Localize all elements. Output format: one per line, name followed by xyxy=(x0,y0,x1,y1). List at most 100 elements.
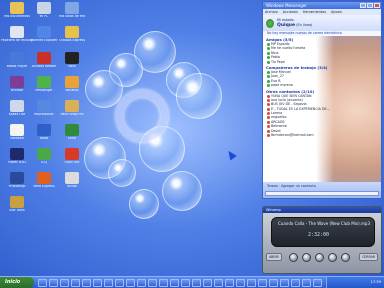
browser-icon xyxy=(37,26,51,38)
quicklaunch-icon[interactable] xyxy=(126,279,135,287)
play-button[interactable] xyxy=(302,253,311,262)
messenger-icon xyxy=(37,76,51,88)
desktop-icon[interactable]: Mis sitios de red xyxy=(56,2,88,19)
desktop-icon[interactable]: Nero xyxy=(56,52,88,69)
quicklaunch-icon[interactable] xyxy=(313,279,322,287)
desktop-icon[interactable]: Winamp xyxy=(56,76,88,93)
download-icon xyxy=(10,100,24,112)
quicklaunch-icon[interactable] xyxy=(192,279,201,287)
tasks-label: Tareas xyxy=(267,184,278,188)
stop-button[interactable] xyxy=(328,253,337,262)
wallpaper-bubble xyxy=(129,189,159,219)
user-name: Quique xyxy=(277,22,296,28)
quicklaunch-icon[interactable] xyxy=(258,279,267,287)
quicklaunch-icon[interactable] xyxy=(170,279,179,287)
download-manager-icon xyxy=(65,148,79,160)
menu-archivo[interactable]: Archivo xyxy=(265,10,278,14)
pause-button[interactable] xyxy=(315,253,324,262)
quicklaunch-icon[interactable] xyxy=(71,279,80,287)
quicklaunch-icon[interactable] xyxy=(38,279,47,287)
quicklaunch-icon[interactable] xyxy=(225,279,234,287)
document-icon xyxy=(37,124,51,136)
video-icon xyxy=(65,172,79,184)
messenger-user-panel[interactable]: Mi estado: Quique (En línea) xyxy=(263,15,381,31)
quicklaunch-icon[interactable] xyxy=(236,279,245,287)
quicklaunch-icon[interactable] xyxy=(269,279,278,287)
mouse-cursor-icon xyxy=(225,148,237,161)
pdf-icon xyxy=(37,52,51,64)
close-button[interactable] xyxy=(374,3,380,8)
next-button[interactable] xyxy=(341,253,350,262)
taskbar: Inicio 17:59 xyxy=(0,276,384,288)
player-display: Cuando Calla - The Wave (New Club Mix).m… xyxy=(271,217,375,247)
disc-icon xyxy=(65,52,79,64)
messenger-titlebar[interactable]: Windows Messenger xyxy=(263,2,381,9)
menu-herramientas[interactable]: Herramientas xyxy=(303,10,326,14)
contact-item[interactable]: fbrmdecars@hotmail.com xyxy=(263,133,381,138)
quicklaunch-icon[interactable] xyxy=(137,279,146,287)
messenger-footer: Tareas · Agregar un contacto xyxy=(263,182,381,198)
quicklaunch-icon[interactable] xyxy=(82,279,91,287)
quicklaunch-icon[interactable] xyxy=(93,279,102,287)
quicklaunch-icon[interactable] xyxy=(148,279,157,287)
mail-icon xyxy=(65,26,79,38)
spreadsheet-icon xyxy=(65,124,79,136)
network-icon xyxy=(65,2,79,14)
notepad-icon xyxy=(10,124,24,136)
track-time: 2:32:00 xyxy=(308,232,330,238)
messenger-window: Windows Messenger Archivo Acciones Herra… xyxy=(262,1,382,199)
maximize-button[interactable] xyxy=(367,3,373,8)
user-status: (En línea) xyxy=(296,22,313,27)
quicklaunch-icon[interactable] xyxy=(115,279,124,287)
wallpaper-bubble xyxy=(85,70,123,108)
add-contact-link[interactable]: Agregar un contacto xyxy=(281,184,316,188)
desktop-icon[interactable]: Paint Shop Pro xyxy=(56,100,88,117)
close-player-button[interactable]: CERRAR xyxy=(359,253,378,261)
contact-item[interactable]: pepe moreno xyxy=(263,83,381,88)
wallpaper-bubble xyxy=(176,73,222,119)
contact-list: Amigos (5/5) MP Espaillo Me he vuelto fu… xyxy=(263,36,381,184)
quicklaunch-icon[interactable] xyxy=(291,279,300,287)
computer-icon xyxy=(37,2,51,14)
quicklaunch-icon[interactable] xyxy=(49,279,58,287)
messenger-buddy-icon xyxy=(266,18,274,28)
folder-icon xyxy=(10,2,24,14)
desktop-icon[interactable]: Outlook Express xyxy=(56,26,88,43)
quicklaunch-icon[interactable] xyxy=(247,279,256,287)
quicklaunch-icon[interactable] xyxy=(280,279,289,287)
desktop-icon[interactable]: Flash Get xyxy=(56,148,88,165)
clock[interactable]: 17:59 xyxy=(371,280,381,284)
chat-icon xyxy=(37,148,51,160)
archive-icon xyxy=(10,76,24,88)
track-title: Cuando Calla - The Wave (New Club Mix).m… xyxy=(278,221,370,226)
desktop-icon[interactable]: Atube xyxy=(56,172,88,189)
quicklaunch-icon[interactable] xyxy=(302,279,311,287)
wallpaper-ring xyxy=(116,90,168,142)
quicklaunch-icon[interactable] xyxy=(60,279,69,287)
messenger-title: Windows Messenger xyxy=(266,3,307,8)
image-editor-icon xyxy=(10,172,24,184)
wallpaper-bubble xyxy=(108,159,136,187)
minimize-button[interactable] xyxy=(360,3,366,8)
player-titlebar[interactable]: Winamp xyxy=(263,207,381,213)
quicklaunch-icon[interactable] xyxy=(181,279,190,287)
menu-acciones[interactable]: Acciones xyxy=(283,10,298,14)
open-button[interactable]: ABRIR xyxy=(266,253,282,261)
start-button[interactable]: Inicio xyxy=(0,277,34,288)
burner-icon xyxy=(37,172,51,184)
messenger-search-bar[interactable] xyxy=(265,191,379,196)
desktop-icon[interactable]: Excel xyxy=(56,124,88,141)
quicklaunch-icon[interactable] xyxy=(214,279,223,287)
game-icon xyxy=(10,196,24,208)
quicklaunch-icon[interactable] xyxy=(159,279,168,287)
contact-item[interactable]: Tio Pepe xyxy=(263,60,381,64)
menu-ayuda[interactable]: Ayuda xyxy=(331,10,341,14)
wallpaper-bubble xyxy=(162,171,202,211)
quicklaunch-icon[interactable] xyxy=(203,279,212,287)
media-player-window: Winamp Cuando Calla - The Wave (New Club… xyxy=(262,206,382,274)
recycle-bin-icon xyxy=(10,26,24,38)
desktop-icon[interactable]: Star Wars xyxy=(1,196,33,213)
quicklaunch-icon[interactable] xyxy=(104,279,113,287)
player-icon xyxy=(37,100,51,112)
previous-button[interactable] xyxy=(289,253,298,262)
